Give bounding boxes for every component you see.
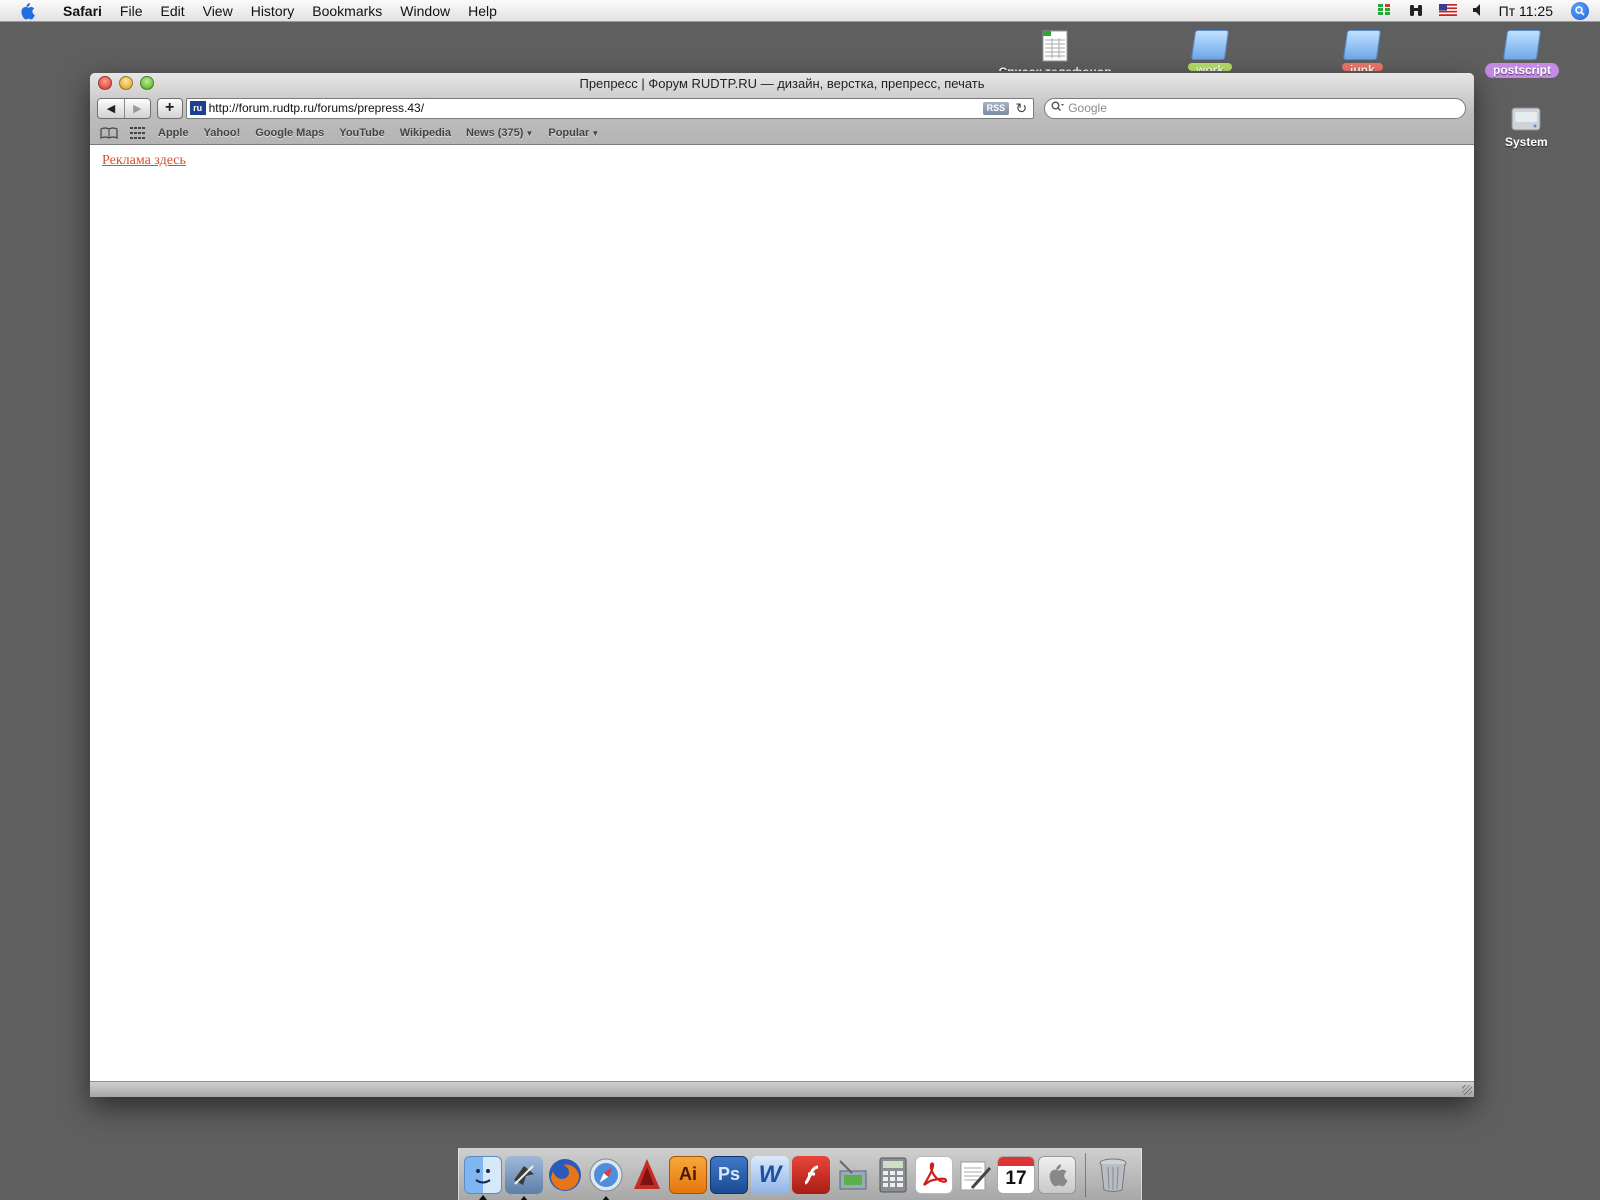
acrobat-reader-icon[interactable] [915,1155,953,1194]
apple-menu-icon[interactable] [18,2,36,20]
address-bar[interactable]: ru http://forum.rudtp.ru/forums/prepress… [185,97,1035,119]
menubar-clock[interactable]: Пт 11:25 [1499,3,1553,19]
top-sites-grid-icon[interactable] [130,127,146,139]
calculator-icon[interactable] [874,1156,912,1194]
photoshop-icon[interactable]: Ps [710,1155,748,1194]
binoculars-icon[interactable] [1408,2,1424,21]
ical-header [998,1156,1034,1166]
photoshop-label: Ps [717,1164,741,1184]
image-capture-icon[interactable] [833,1156,871,1194]
folder-icon [1190,30,1230,60]
wifi-signal-icon[interactable] [1377,3,1393,20]
bookmarks-bar: Apple Yahoo! Google Maps YouTube Wikiped… [100,124,1466,142]
page-content: Реклама здесь [90,145,1474,1081]
browser-toolbar: ◀ ▶ + ru http://forum.rudtp.ru/forums/pr… [97,97,1466,119]
rss-button[interactable]: RSS [982,101,1010,115]
resize-grip-icon[interactable] [1462,1085,1472,1095]
dock-separator [1085,1152,1086,1197]
bookmark-menu-label: Popular [548,127,590,139]
mail-icon[interactable] [505,1155,543,1200]
site-favicon-icon: ru [189,101,206,115]
forward-button[interactable]: ▶ [123,98,150,118]
bookmark-apple[interactable]: Apple [158,127,189,139]
desktop-icon-phone-list[interactable]: Список телефонов [985,30,1125,71]
bookmark-menu-news[interactable]: News (375) ▼ [466,127,533,139]
desktop-icon-label: Список телефонов [991,65,1120,71]
desktop-folder-work[interactable]: work [1188,30,1233,71]
preview-icon[interactable] [1038,1155,1076,1194]
menu-help[interactable]: Help [459,0,506,22]
status-bar [90,1081,1474,1097]
ical-icon[interactable]: 17 [997,1155,1035,1194]
bookmark-menu-label: News (375) [465,127,524,139]
menu-bar: Safari File Edit View History Bookmarks … [0,0,1600,22]
spotlight-icon[interactable] [1571,2,1589,20]
illustrator-icon[interactable]: Ai [669,1155,707,1194]
menu-safari[interactable]: Safari [54,0,111,22]
desktop-icon-label: work [1188,63,1233,71]
safari-icon[interactable] [587,1156,625,1200]
us-flag-input-icon[interactable] [1438,3,1457,19]
menu-history[interactable]: History [242,0,304,22]
chevron-down-icon: ▼ [525,129,534,138]
textedit-icon[interactable] [956,1156,994,1194]
hard-drive-icon [1511,107,1541,131]
menu-edit[interactable]: Edit [151,0,193,22]
desktop-icon-label: junk [1342,63,1383,71]
search-field[interactable] [1044,97,1466,119]
acrobat-distiller-icon[interactable] [628,1156,666,1194]
chevron-down-icon: ▼ [591,129,600,138]
bookmark-yahoo[interactable]: Yahoo! [204,127,241,139]
bookmark-menu-popular[interactable]: Popular ▼ [548,127,599,139]
window-titlebar[interactable]: Препресс | Форум RUDTP.RU — дизайн, верс… [90,73,1474,145]
menu-file[interactable]: File [111,0,152,22]
desktop-folder-postscript[interactable]: postscript [1485,30,1560,78]
desktop-icon-label: postscript [1485,63,1560,78]
bookmark-youtube[interactable]: YouTube [339,127,384,139]
desktop-icon-label: System [1505,135,1548,149]
back-button[interactable]: ◀ [98,98,124,118]
bookmark-google-maps[interactable]: Google Maps [255,127,324,139]
illustrator-label: Ai [679,1164,697,1184]
desktop-drive-system[interactable]: System [1497,104,1556,150]
word-icon[interactable]: W [751,1155,789,1194]
menu-bookmarks[interactable]: Bookmarks [303,0,391,22]
search-icon[interactable] [1051,101,1065,115]
menu-view[interactable]: View [194,0,242,22]
add-bookmark-button[interactable]: + [156,97,183,119]
desktop-folder-junk[interactable]: junk [1342,30,1383,71]
nav-buttons: ◀ ▶ [97,97,151,119]
word-label: W [758,1160,782,1188]
search-input[interactable] [1068,101,1449,115]
menu-window[interactable]: Window [391,0,459,22]
flash-icon[interactable] [792,1155,830,1194]
open-book-icon[interactable] [100,127,118,139]
bookmark-wikipedia[interactable]: Wikipedia [400,127,451,139]
reload-icon[interactable]: ↻ [1015,100,1027,117]
advertise-link[interactable]: Реклама здесь [102,153,186,169]
window-title: Препресс | Форум RUDTP.RU — дизайн, верс… [579,76,985,91]
dock: Ai Ps W 17 [458,1148,1142,1200]
ical-date-label: 17 [1005,1167,1027,1189]
finder-icon[interactable] [464,1155,502,1200]
safari-window: Препресс | Форум RUDTP.RU — дизайн, верс… [90,73,1474,1097]
trash-icon[interactable] [1094,1156,1132,1194]
volume-icon[interactable] [1472,3,1484,20]
address-input[interactable]: http://forum.rudtp.ru/forums/prepress.43… [209,101,424,115]
folder-icon [1502,30,1542,60]
spreadsheet-file-icon [1042,30,1068,62]
firefox-icon[interactable] [546,1156,584,1194]
folder-icon [1343,30,1382,60]
